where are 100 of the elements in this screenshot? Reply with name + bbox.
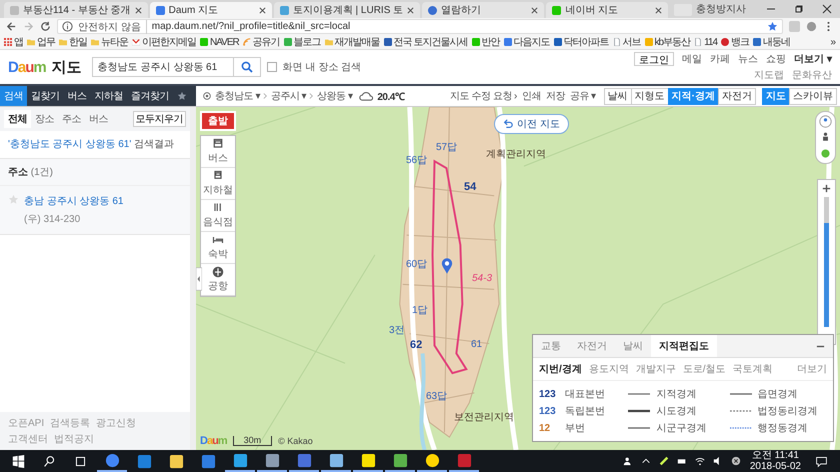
header-link[interactable]: 메일 xyxy=(682,52,702,66)
legend-subtab[interactable]: 지번/경계 xyxy=(539,362,582,376)
region-dropdown[interactable]: 공주시 ▾ xyxy=(270,89,306,103)
map-type-tab[interactable]: 스카이뷰 xyxy=(789,88,837,104)
browser-tab[interactable]: 네이버 지도 xyxy=(546,2,668,18)
browser-tab[interactable]: 열람하기 xyxy=(422,2,544,18)
login-button[interactable]: 로그인 xyxy=(634,52,674,66)
nav-tab[interactable]: 버스 xyxy=(64,86,90,106)
checkbox[interactable] xyxy=(266,62,277,72)
more-link[interactable]: 더보기 xyxy=(797,362,827,376)
close-icon[interactable] xyxy=(655,6,662,14)
legend-subtab[interactable]: 도로/철도 xyxy=(682,362,726,376)
reload-icon[interactable] xyxy=(40,21,51,32)
bookmark-link[interactable]: 서브 xyxy=(612,35,640,49)
search-button[interactable] xyxy=(232,57,261,77)
bookmark-link[interactable]: 114 xyxy=(694,36,718,48)
profile-name[interactable]: 충청방지사 xyxy=(696,2,746,16)
toolbar-link[interactable]: 저장 xyxy=(546,89,565,103)
bookmark-link[interactable]: 재개발매물 xyxy=(324,35,380,49)
category-button[interactable]: 지하철 xyxy=(201,168,235,200)
browser-tab[interactable]: 부동산114 - 부동산 중개 xyxy=(4,2,148,18)
region-dropdown[interactable]: 충청남도 ▾ xyxy=(215,89,260,103)
bookmark-link[interactable]: 공유기 xyxy=(242,35,280,49)
region-dropdown[interactable]: 상왕동 ▾ xyxy=(317,89,352,103)
layer-toggle[interactable]: 지형도 xyxy=(630,88,669,104)
back-icon[interactable] xyxy=(6,21,17,32)
toolbar-link[interactable]: 인쇄 xyxy=(522,89,541,103)
browser-tab[interactable]: Daum 지도 xyxy=(150,2,272,18)
close-icon[interactable] xyxy=(134,6,142,14)
info-icon[interactable] xyxy=(62,21,73,32)
star-icon[interactable] xyxy=(177,91,187,101)
collapse-handle-icon[interactable] xyxy=(196,267,202,291)
legend-label: 부번 xyxy=(565,422,585,435)
close-icon[interactable] xyxy=(531,6,538,14)
bookmark-star-icon[interactable] xyxy=(767,21,778,32)
people-icon[interactable] xyxy=(622,456,633,466)
zoom-in-icon[interactable] xyxy=(821,183,832,194)
legend-subtab[interactable]: 용도지역 xyxy=(588,362,629,376)
clear-all-button[interactable]: 모두지우기 xyxy=(132,111,186,127)
close-icon[interactable] xyxy=(822,4,832,14)
browser-tab[interactable]: 토지이용계획 | LURIS 토 xyxy=(274,2,420,18)
nav-tab[interactable]: 즐겨찾기 xyxy=(127,86,173,106)
previous-map-button[interactable]: 이전 지도 xyxy=(494,114,569,134)
bookmark-link[interactable]: 뱅크 xyxy=(721,35,750,49)
nav-tab[interactable]: 지하철 xyxy=(90,86,127,106)
category-button[interactable]: 버스 xyxy=(201,136,235,168)
filter-tab[interactable]: 주소 xyxy=(58,110,85,128)
start-point-button[interactable]: 출발 xyxy=(200,111,236,131)
bookmark-link[interactable]: 앱 xyxy=(4,35,23,49)
layer-toggle[interactable]: 날씨 xyxy=(604,88,632,104)
restore-icon[interactable] xyxy=(794,4,804,14)
legend-subtab[interactable]: 개발지구 xyxy=(636,362,676,376)
legend-subtab[interactable]: 국토계획 xyxy=(732,362,773,376)
toolbar-link[interactable]: 공유 ▾ xyxy=(570,89,596,103)
daum-logo[interactable]: Daum xyxy=(8,58,46,76)
blocked-icon[interactable] xyxy=(730,456,741,466)
toolbar-link[interactable]: 지도 수정 요청 › xyxy=(450,89,517,103)
bookmark-link[interactable]: 다음지도 xyxy=(504,35,550,49)
scrollbar[interactable] xyxy=(190,107,196,450)
pen-icon[interactable] xyxy=(658,456,669,466)
address-bar[interactable]: 안전하지 않음 map.daum.net/?nil_profile=title&nil_src=local xyxy=(57,19,783,34)
layer-toggle[interactable]: 자전거 xyxy=(718,88,756,104)
bookmark-link[interactable]: 내둥네 xyxy=(753,35,790,49)
bookmark-link[interactable]: 뉴타운 xyxy=(91,35,128,49)
postal-code: (우) 314-230 xyxy=(24,213,82,226)
close-icon[interactable] xyxy=(407,6,414,14)
bookmark-link[interactable]: 반안 xyxy=(472,35,500,49)
search-field[interactable]: 충청남도 공주시 상왕동 61 xyxy=(92,57,233,77)
legend-label: 대표본번 xyxy=(565,388,605,401)
bookmark-link[interactable]: 닥터아파트 xyxy=(554,35,608,49)
bookmark-link[interactable]: 업무 xyxy=(27,35,55,49)
result-address-link[interactable]: 충남 공주시 상왕동 61 xyxy=(24,194,124,208)
wifi-icon[interactable] xyxy=(694,456,705,466)
more-bookmarks-button[interactable]: » xyxy=(830,36,836,48)
filter-tab[interactable]: 전체 xyxy=(4,110,31,128)
bookmark-link[interactable]: NAVER xyxy=(200,36,239,48)
nav-tab[interactable]: 검색 xyxy=(0,86,27,106)
nav-tab[interactable]: 길찾기 xyxy=(27,86,64,106)
legend-tab[interactable]: 지적편집도 xyxy=(651,335,717,357)
map-view[interactable]: 57답 계획관리지역 56답 54 60답 54-3 1답 3전 62 61 63답 보전관리지역 출발 버스 지하철 음식점 숙박 공항 이전 지도 교통 자전거 날씨 지적편집도 지번/경계 용도지역 개발지구 도로/철도 국토계획 더보기 123 대표본번 123 독립본번 12 부번 지적경계 시도경계 시군구경계 읍면경계 법정동리경계 행정동경계 Daum 30m © Kakao xyxy=(196,107,840,450)
filter-tab[interactable]: 버스 xyxy=(85,110,112,128)
header-link[interactable]: 문화유산 xyxy=(792,68,832,82)
bookmark-link[interactable]: 블로그 xyxy=(284,35,321,49)
bookmark-link[interactable]: 한일 xyxy=(59,35,87,49)
compass-icon[interactable] xyxy=(819,115,832,128)
header-link[interactable]: 지도랩 xyxy=(754,68,784,82)
globe-icon[interactable] xyxy=(806,21,817,32)
zoom-slider[interactable] xyxy=(824,197,829,327)
bookmark-link[interactable]: 전국 토지건물시세 xyxy=(384,35,468,49)
location-pin-icon[interactable] xyxy=(441,257,453,275)
favorite-star-icon[interactable] xyxy=(8,194,19,205)
header-link[interactable]: 더보기 ▾ xyxy=(794,52,832,66)
close-icon[interactable] xyxy=(258,6,266,14)
bookmark-link[interactable]: kb부동산 xyxy=(644,35,690,49)
header-link[interactable]: 카페 xyxy=(710,52,730,66)
header-link[interactable]: 쇼핑 xyxy=(766,52,786,66)
filter-tab[interactable]: 장소 xyxy=(31,110,58,128)
bookmark-link[interactable]: 이편한지메일 xyxy=(132,35,196,49)
header-link[interactable]: 뉴스 xyxy=(738,52,758,66)
system-clock[interactable]: 오전 11:41 2018-05-02 xyxy=(750,450,801,472)
